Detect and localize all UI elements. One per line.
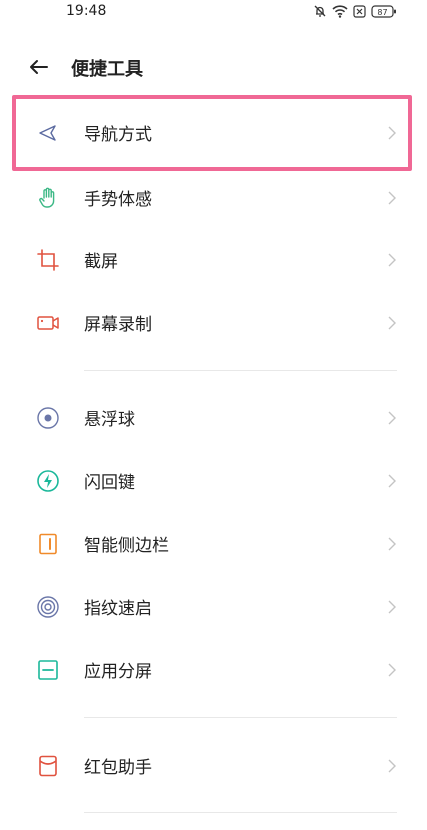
screen-recording-item[interactable]: 屏幕录制: [0, 295, 427, 351]
navigation-arrow-icon: [36, 121, 60, 145]
split-screen-label: 应用分屏: [84, 662, 152, 682]
bell-muted-icon: [313, 4, 327, 18]
chevron-right-icon: [387, 536, 397, 552]
status-bar: 19:48 87: [0, 0, 427, 28]
back-arrow-icon: [30, 60, 48, 74]
fingerprint-icon: [36, 595, 60, 619]
fingerprint-quick-launch-label: 指纹速启: [84, 599, 152, 619]
smart-sidebar-label: 智能侧边栏: [84, 536, 169, 556]
floating-ball-icon: [36, 406, 60, 430]
fingerprint-quick-launch-item[interactable]: 指纹速启: [0, 579, 427, 635]
hand-gesture-icon: [36, 186, 60, 210]
red-envelope-assistant-label: 红包助手: [84, 758, 152, 778]
section-divider: [84, 717, 397, 718]
wifi-icon: [332, 4, 348, 18]
chevron-right-icon: [387, 599, 397, 615]
chevron-right-icon: [387, 252, 397, 268]
screen-recording-label: 屏幕录制: [84, 315, 152, 335]
page-header: 便捷工具: [0, 48, 427, 88]
video-record-icon: [36, 311, 60, 335]
gesture-motion-label: 手势体感: [84, 190, 152, 210]
split-screen-item[interactable]: 应用分屏: [0, 642, 427, 698]
lightning-circle-icon: [36, 469, 60, 493]
chevron-right-icon: [387, 410, 397, 426]
red-envelope-assistant-item[interactable]: 红包助手: [0, 738, 427, 794]
chevron-right-icon: [387, 125, 397, 141]
battery-icon: 87: [371, 4, 397, 18]
section-divider: [84, 812, 397, 813]
split-screen-icon: [36, 658, 60, 682]
chevron-right-icon: [387, 662, 397, 678]
section-divider: [84, 370, 397, 371]
chevron-right-icon: [387, 190, 397, 206]
page-title: 便捷工具: [71, 59, 143, 80]
floating-ball-label: 悬浮球: [84, 410, 135, 430]
floating-ball-item[interactable]: 悬浮球: [0, 390, 427, 446]
screenshot-label: 截屏: [84, 252, 118, 272]
no-sim-icon: [353, 4, 366, 18]
status-time: 19:48: [66, 3, 107, 19]
gesture-motion-item[interactable]: 手势体感: [0, 170, 427, 226]
crop-icon: [36, 248, 60, 272]
flashback-key-label: 闪回键: [84, 473, 135, 493]
navigation-mode-item[interactable]: 导航方式: [0, 105, 427, 161]
flashback-key-item[interactable]: 闪回键: [0, 453, 427, 509]
battery-level: 87: [377, 8, 387, 17]
screenshot-item[interactable]: 截屏: [0, 232, 427, 288]
red-envelope-icon: [36, 754, 60, 778]
sidebar-icon: [36, 532, 60, 556]
back-button[interactable]: [26, 54, 52, 80]
navigation-mode-label: 导航方式: [84, 125, 152, 145]
chevron-right-icon: [387, 758, 397, 774]
chevron-right-icon: [387, 315, 397, 331]
smart-sidebar-item[interactable]: 智能侧边栏: [0, 516, 427, 572]
status-icons: 87: [313, 4, 397, 18]
chevron-right-icon: [387, 473, 397, 489]
